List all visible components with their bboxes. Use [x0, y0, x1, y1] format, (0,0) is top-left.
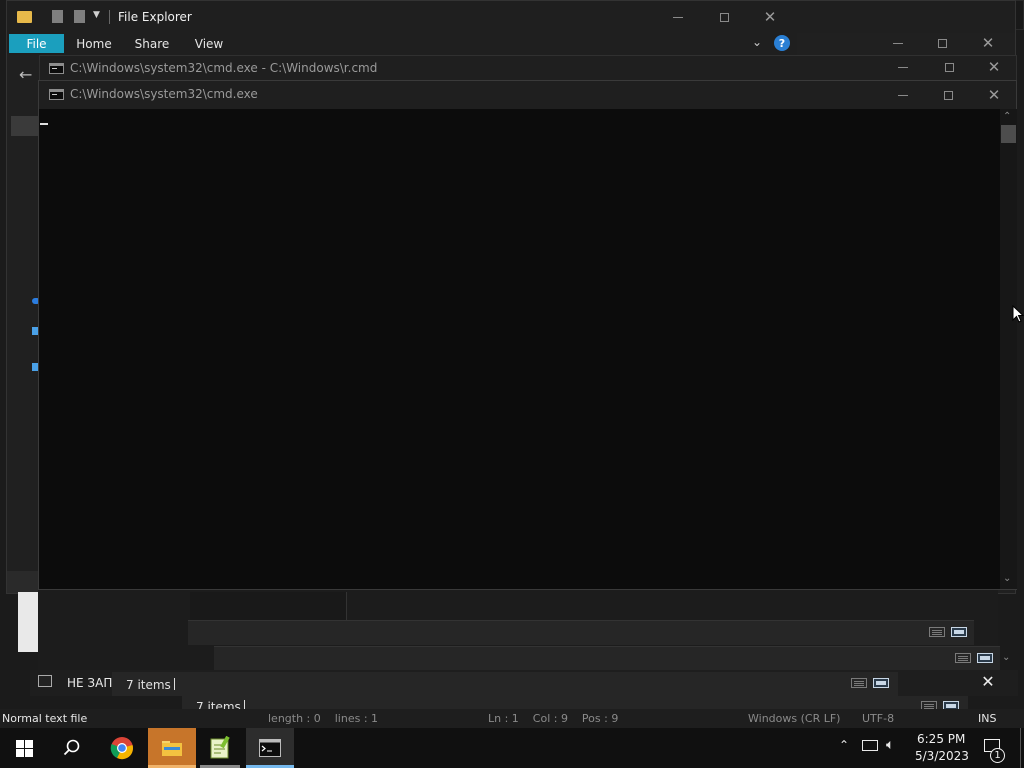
cmd-window-front: C:\Windows\system32\cmd.exe ✕ ⌃ ⌄ [38, 80, 1017, 590]
scroll-down-arrow-icon[interactable]: ⌄ [1003, 573, 1011, 584]
back-arrow-icon[interactable]: ← [19, 65, 32, 84]
notepad-status-bar: Normal text file length : 0 lines : 1 Ln… [0, 709, 1024, 728]
network-status-icon[interactable] [862, 740, 878, 751]
maximize-button[interactable] [701, 3, 747, 31]
tab-share[interactable]: Share [127, 34, 177, 53]
clock-time[interactable]: 6:25 PM [917, 732, 965, 746]
title-bar: C:\Windows\system32\cmd.exe ✕ [39, 81, 1016, 109]
large-icons-view-icon[interactable] [951, 627, 967, 637]
nav-pane-selection [11, 116, 39, 136]
details-view-icon[interactable] [929, 627, 945, 637]
vertical-scrollbar[interactable]: ⌃ ⌄ [1000, 109, 1017, 589]
scrollbar-thumb[interactable] [1001, 125, 1016, 143]
minimize-button[interactable] [880, 81, 926, 109]
clock-date[interactable]: 5/3/2023 [915, 749, 969, 763]
close-button[interactable]: ✕ [971, 53, 1017, 81]
notepad-plus-plus-icon[interactable] [196, 728, 244, 768]
quick-access-dropdown-icon[interactable]: ▼ [93, 10, 100, 20]
scroll-up-arrow-icon[interactable]: ⌃ [1003, 111, 1011, 122]
tab-view[interactable]: View [184, 34, 234, 53]
ribbon-bar: File Home Share View ⌄ ? [7, 33, 797, 55]
file-type-label: Normal text file [2, 712, 88, 725]
explorer-status-bar: 7 items [112, 672, 898, 696]
minimize-button[interactable] [880, 53, 926, 81]
mouse-pointer-icon [1012, 305, 1024, 323]
cursor-position-label: Ln : 1 Col : 9 Pos : 9 [488, 712, 619, 725]
show-hidden-icons-icon[interactable]: ⌃ [839, 738, 849, 752]
close-button[interactable]: ✕ [747, 3, 793, 31]
scroll-down-arrow-icon[interactable]: ⌄ [1002, 652, 1010, 663]
folder-icon [17, 11, 32, 23]
explorer-status-bar [214, 646, 1000, 671]
window-title: C:\Windows\system32\cmd.exe [70, 87, 258, 101]
minimize-button[interactable] [655, 3, 701, 31]
cmd-icon [49, 89, 64, 100]
details-view-icon[interactable] [955, 653, 971, 663]
maximize-button[interactable] [926, 53, 972, 81]
title-bar: ▼ File Explorer ✕ ✕ [7, 1, 1015, 50]
close-button[interactable]: ✕ [965, 668, 1011, 696]
close-button[interactable]: ✕ [971, 81, 1017, 109]
volume-icon[interactable]: 🔈︎ [886, 737, 894, 753]
show-desktop-button[interactable] [1020, 728, 1024, 768]
expand-ribbon-icon[interactable]: ⌄ [752, 35, 762, 49]
windows-start-icon[interactable] [0, 728, 48, 768]
length-lines-label: length : 0 lines : 1 [268, 712, 379, 725]
explorer-content-strip [190, 592, 347, 620]
console-area[interactable] [39, 109, 1000, 589]
tab-file[interactable]: File [9, 34, 64, 53]
partial-window-title: НЕ ЗАП [67, 676, 113, 690]
details-view-icon[interactable] [851, 678, 867, 688]
chrome-icon[interactable] [98, 728, 146, 768]
cmd-icon [49, 63, 64, 74]
text-cursor [40, 123, 48, 125]
title-separator [109, 10, 110, 24]
large-icons-view-icon[interactable] [873, 678, 889, 688]
background-app-sliver [18, 592, 38, 652]
maximize-button[interactable] [925, 81, 971, 109]
help-icon[interactable]: ? [774, 35, 790, 51]
status-item-count: 7 items [126, 678, 171, 692]
content-pane-edge [7, 571, 39, 593]
window-title: C:\Windows\system32\cmd.exe - C:\Windows… [70, 61, 378, 75]
taskbar: ⌃ 🔈︎ 6:25 PM 5/3/2023 1 [0, 728, 1024, 768]
eol-label: Windows (CR LF) [748, 712, 841, 725]
properties-icon[interactable] [52, 10, 63, 23]
cmd-icon[interactable] [246, 728, 294, 768]
explorer-status-bar [188, 620, 974, 645]
tab-home[interactable]: Home [69, 34, 119, 53]
file-explorer-icon[interactable] [148, 728, 196, 768]
insert-mode-label: INS [978, 712, 997, 725]
window-title: File Explorer [118, 10, 192, 24]
encoding-label: UTF-8 [862, 712, 895, 725]
large-icons-view-icon[interactable] [977, 653, 993, 663]
notepad-icon [38, 675, 52, 687]
search-icon[interactable] [48, 728, 96, 768]
status-separator [174, 678, 175, 690]
new-folder-icon[interactable] [74, 10, 85, 23]
notification-count-badge: 1 [990, 748, 1005, 763]
